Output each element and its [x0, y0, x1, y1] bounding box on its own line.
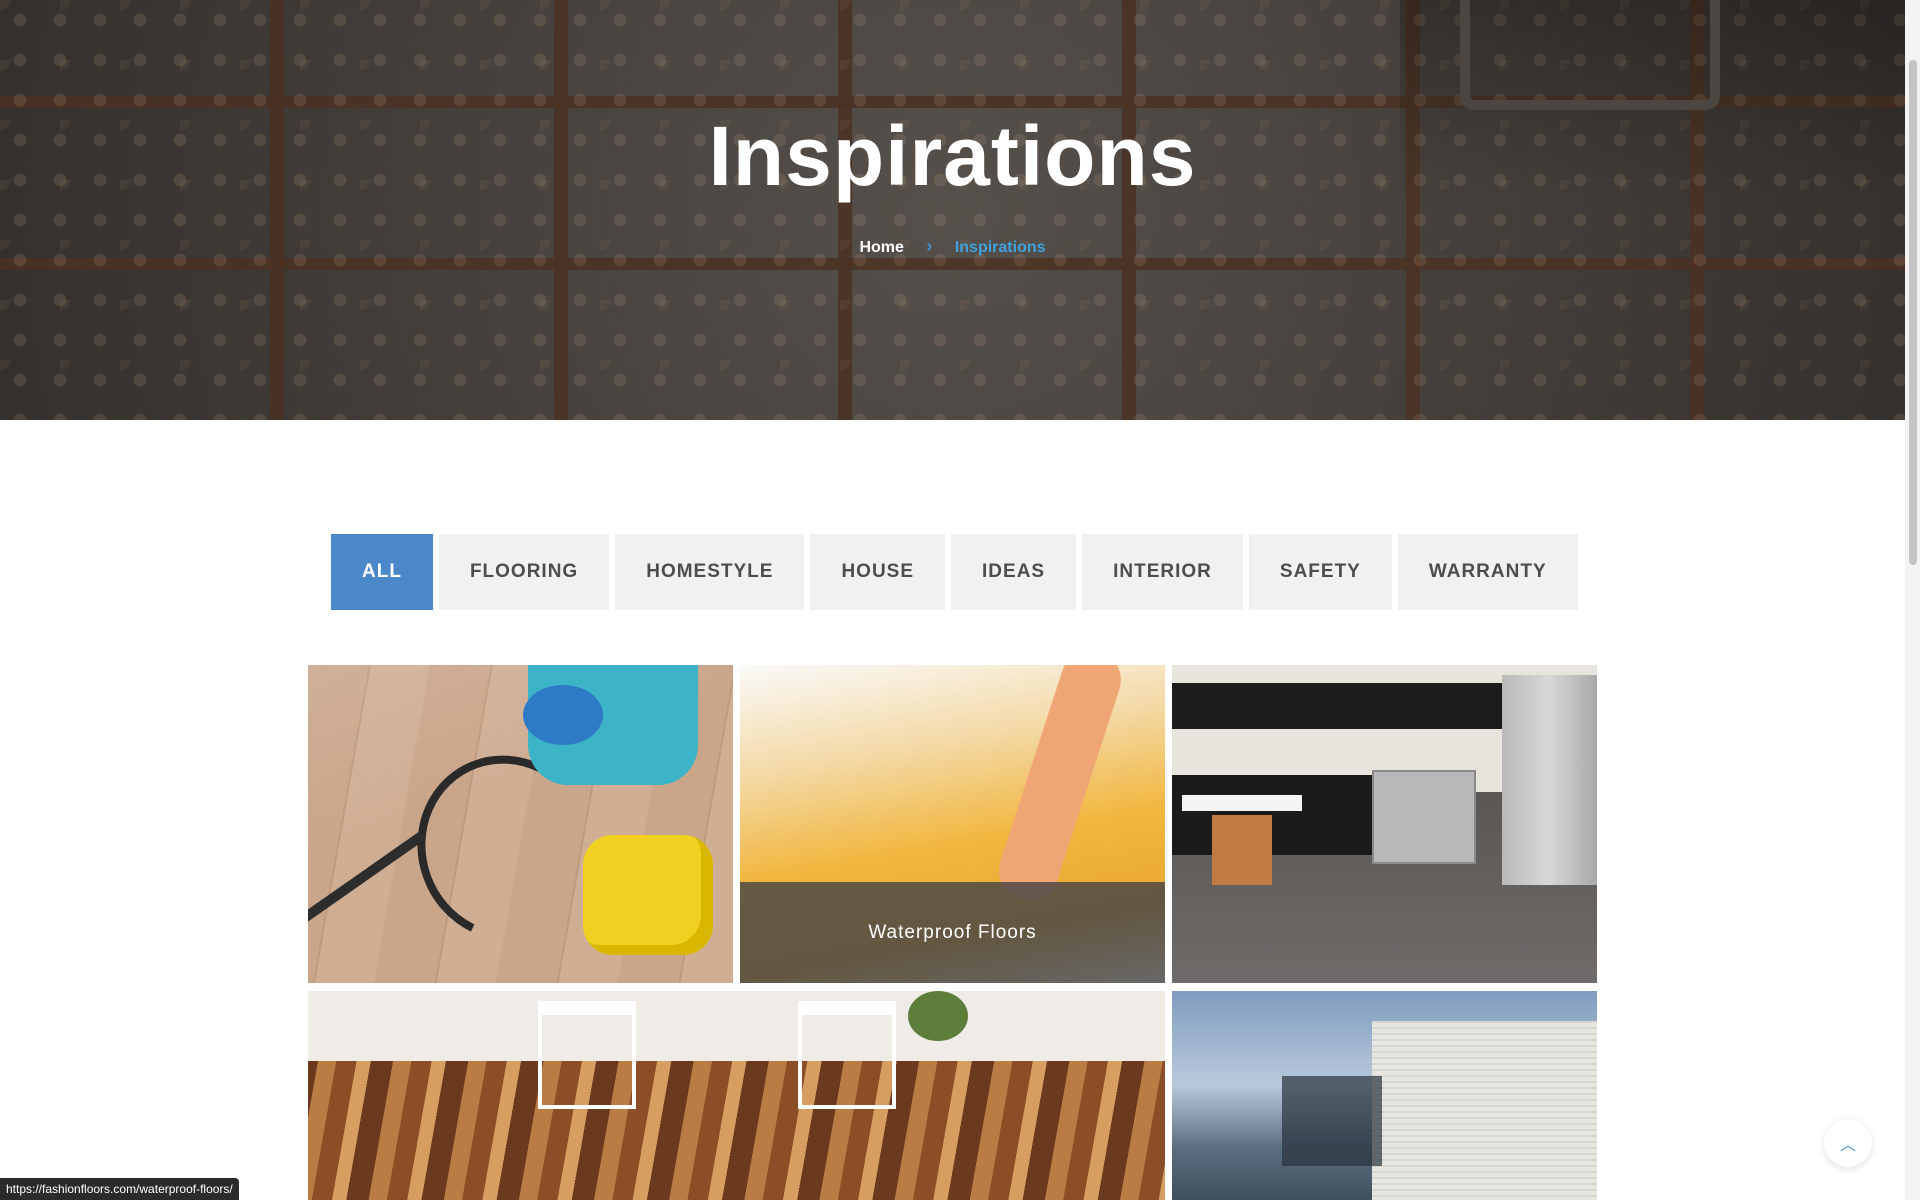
tile-caption: Waterproof Floors	[868, 921, 1037, 943]
filter-homestyle-button[interactable]: HOMESTYLE	[615, 534, 805, 610]
filter-safety-button[interactable]: SAFETY	[1248, 534, 1392, 610]
gallery-tile-kitchen[interactable]	[1172, 665, 1597, 983]
filter-warranty-button[interactable]: WARRANTY	[1397, 534, 1578, 610]
vacuum-figure	[583, 835, 713, 955]
plant-figure	[908, 991, 968, 1041]
tile-caption-overlay: Waterproof Floors	[740, 882, 1165, 983]
dining-chair	[538, 1001, 636, 1109]
kitchen-chair	[1212, 815, 1272, 885]
filter-interior-button[interactable]: INTERIOR	[1082, 534, 1243, 610]
kitchen-table	[1182, 795, 1302, 811]
kitchen-stove	[1372, 770, 1476, 864]
kitchen-fridge	[1502, 675, 1597, 885]
vacuum-wand	[308, 830, 426, 926]
gallery-tile-vacuum-cleaning[interactable]	[308, 665, 733, 983]
chevron-right-icon: ›	[926, 236, 933, 256]
filter-house-button[interactable]: HOUSE	[810, 534, 946, 610]
scrollbar-thumb[interactable]	[1909, 60, 1917, 565]
glass-room	[1282, 1076, 1382, 1166]
page-title: Inspirations	[708, 109, 1197, 203]
arm-figure	[991, 665, 1129, 908]
gallery-tile-waterfront-house[interactable]	[1172, 991, 1597, 1200]
dining-chair	[798, 1001, 896, 1109]
breadcrumb: Home › Inspirations	[0, 236, 1905, 257]
status-url-bar: https://fashionfloors.com/waterproof-flo…	[0, 1178, 239, 1200]
breadcrumb-home-link[interactable]: Home	[859, 239, 903, 256]
scroll-to-top-button[interactable]: ︿	[1824, 1119, 1872, 1167]
gallery-tile-wood-dining[interactable]	[308, 991, 1165, 1200]
filter-ideas-button[interactable]: IDEAS	[951, 534, 1077, 610]
cap-figure	[523, 685, 603, 745]
chevron-up-icon: ︿	[1839, 1135, 1856, 1154]
filter-flooring-button[interactable]: FLOORING	[438, 534, 610, 610]
dining-wall	[308, 991, 1165, 1061]
hero-banner: Inspirations Home › Inspirations	[0, 0, 1905, 420]
building-facade	[1372, 1021, 1597, 1200]
filter-bar: ALL FLOORING HOMESTYLE HOUSE IDEAS INTER…	[331, 534, 1578, 610]
filter-all-button[interactable]: ALL	[331, 534, 433, 610]
gallery-tile-waterproof-floors[interactable]: Waterproof Floors	[740, 665, 1165, 983]
chair-leg-decoration	[1460, 0, 1720, 110]
breadcrumb-current: Inspirations	[954, 239, 1046, 256]
